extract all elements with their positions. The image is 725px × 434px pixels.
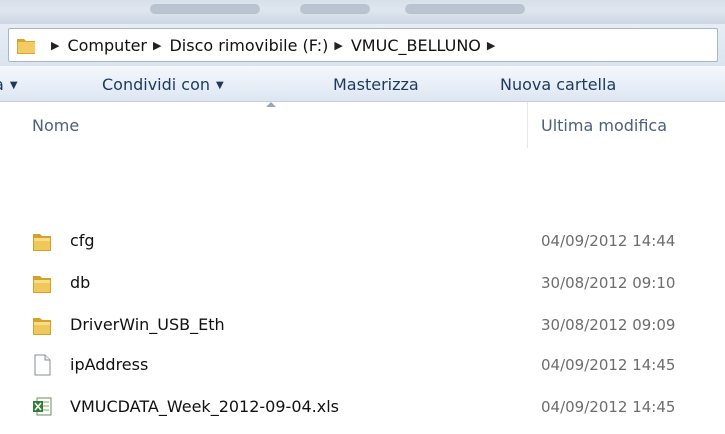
- file-row-db[interactable]: db 30/08/2012 09:10: [0, 268, 725, 298]
- titlebar-glass-blur: [150, 4, 260, 14]
- excel-file-icon: [33, 397, 52, 416]
- titlebar-glass-blur: [405, 4, 525, 14]
- chevron-down-icon: ▼: [216, 80, 224, 91]
- new-folder-label: Nuova cartella: [500, 75, 617, 94]
- folder-icon: [33, 318, 51, 335]
- column-header-modified[interactable]: Ultima modifica: [541, 116, 667, 135]
- file-modified: 04/09/2012 14:45: [541, 398, 676, 416]
- window-titlebar: [0, 0, 725, 24]
- breadcrumb-separator-icon[interactable]: ▶: [51, 39, 59, 52]
- command-toolbar: a▼ Condividi con▼ Masterizza Nuova carte…: [0, 66, 725, 102]
- address-bar[interactable]: ▶ Computer ▶ Disco rimovibile (F:) ▶ VMU…: [8, 28, 718, 62]
- file-row-driverwin[interactable]: DriverWin_USB_Eth 30/08/2012 09:09: [0, 310, 725, 340]
- file-icon: [34, 354, 51, 376]
- organize-button-label: a: [0, 75, 4, 94]
- organize-button[interactable]: a▼: [0, 75, 18, 94]
- share-with-label: Condividi con: [102, 75, 211, 94]
- titlebar-glass-blur: [300, 4, 370, 14]
- breadcrumb-removable-disk[interactable]: Disco rimovibile (F:): [169, 36, 328, 55]
- breadcrumb-vmuc-belluno[interactable]: VMUC_BELLUNO: [351, 36, 481, 55]
- folder-icon: [33, 276, 51, 293]
- breadcrumb-separator-icon[interactable]: ▶: [487, 39, 495, 52]
- breadcrumb-separator-icon[interactable]: ▶: [334, 39, 342, 52]
- file-modified: 30/08/2012 09:09: [541, 316, 676, 334]
- file-name: ipAddress: [70, 355, 149, 374]
- burn-label: Masterizza: [333, 75, 419, 94]
- address-bar-row: ▶ Computer ▶ Disco rimovibile (F:) ▶ VMU…: [0, 24, 725, 66]
- burn-button[interactable]: Masterizza: [333, 75, 419, 94]
- file-name: DriverWin_USB_Eth: [70, 315, 225, 334]
- file-modified: 04/09/2012 14:44: [541, 232, 676, 250]
- new-folder-button[interactable]: Nuova cartella: [500, 75, 616, 94]
- file-row-ipaddress[interactable]: ipAddress 04/09/2012 14:45: [0, 350, 725, 380]
- file-row-vmucdata[interactable]: VMUCDATA_Week_2012-09-04.xls 04/09/2012 …: [0, 392, 725, 422]
- file-row-cfg[interactable]: cfg 04/09/2012 14:44: [0, 226, 725, 256]
- chevron-down-icon: ▼: [9, 80, 18, 91]
- column-divider[interactable]: [527, 102, 528, 148]
- folder-icon: [33, 234, 51, 251]
- folder-icon: [17, 39, 35, 54]
- file-name: db: [70, 273, 91, 292]
- column-header-row: Nome Ultima modifica: [0, 102, 725, 148]
- file-modified: 30/08/2012 09:10: [541, 274, 676, 292]
- sort-ascending-icon: [266, 102, 276, 107]
- column-header-name[interactable]: Nome: [32, 116, 79, 135]
- file-name: VMUCDATA_Week_2012-09-04.xls: [70, 397, 340, 416]
- breadcrumb-computer[interactable]: Computer: [67, 36, 147, 55]
- file-name: cfg: [70, 231, 95, 250]
- file-modified: 04/09/2012 14:45: [541, 356, 676, 374]
- breadcrumb-separator-icon[interactable]: ▶: [153, 39, 161, 52]
- share-with-button[interactable]: Condividi con ▼: [102, 75, 224, 94]
